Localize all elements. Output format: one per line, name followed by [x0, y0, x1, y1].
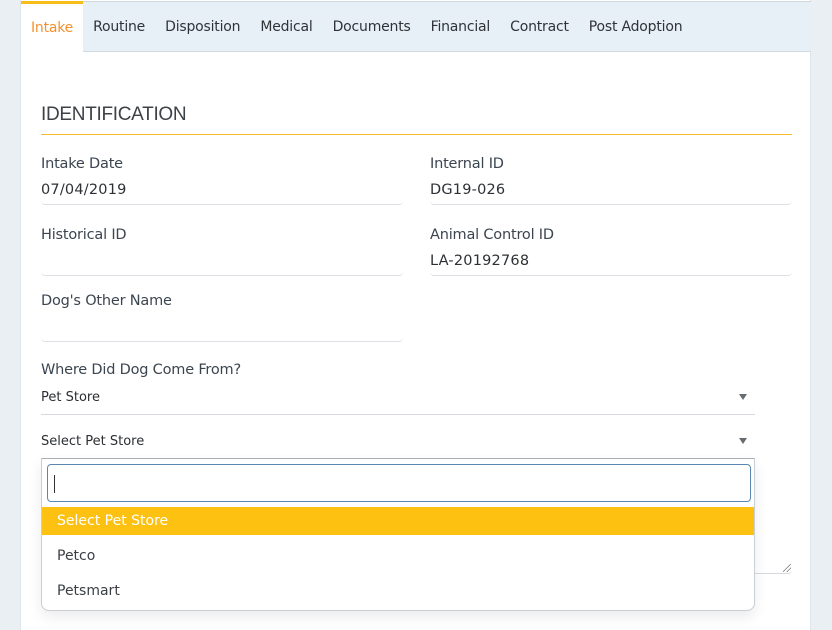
- intake-date-field: Intake Date 07/04/2019: [41, 153, 403, 205]
- pet-store-select[interactable]: Select Pet Store: [41, 431, 755, 459]
- dropdown-arrow-icon: [739, 438, 747, 444]
- other-name-label: Dog's Other Name: [41, 293, 172, 309]
- option-select-pet-store[interactable]: Select Pet Store: [42, 507, 754, 535]
- section-divider: [41, 134, 792, 135]
- tab-disposition[interactable]: Disposition: [155, 2, 250, 51]
- animal-control-id-label: Animal Control ID: [430, 227, 554, 243]
- form-card: Intake Routine Disposition Medical Docum…: [20, 0, 811, 630]
- other-name-field: Dog's Other Name: [41, 290, 403, 342]
- tab-financial[interactable]: Financial: [421, 2, 501, 51]
- option-petco[interactable]: Petco: [42, 542, 754, 570]
- tab-routine[interactable]: Routine: [83, 2, 155, 51]
- tab-medical[interactable]: Medical: [250, 2, 322, 51]
- pet-store-search-input[interactable]: [47, 464, 751, 502]
- section-title: IDENTIFICATION: [41, 104, 187, 125]
- tab-post-adoption[interactable]: Post Adoption: [579, 2, 693, 51]
- historical-id-field: Historical ID: [41, 224, 403, 276]
- animal-control-id-input[interactable]: LA-20192768: [430, 250, 792, 276]
- historical-id-input[interactable]: [41, 250, 403, 276]
- internal-id-label: Internal ID: [430, 156, 504, 172]
- resize-handle-icon[interactable]: [783, 564, 791, 572]
- origin-select[interactable]: Pet Store: [41, 387, 755, 415]
- internal-id-field: Internal ID DG19-026: [430, 153, 792, 205]
- tab-contract[interactable]: Contract: [500, 2, 579, 51]
- historical-id-label: Historical ID: [41, 227, 127, 243]
- tab-bar: Intake Routine Disposition Medical Docum…: [21, 1, 811, 53]
- origin-label: Where Did Dog Come From?: [41, 362, 241, 378]
- tab-documents[interactable]: Documents: [323, 2, 421, 51]
- option-petsmart[interactable]: Petsmart: [42, 577, 754, 605]
- pet-store-selected-value: Select Pet Store: [41, 434, 145, 449]
- internal-id-input[interactable]: DG19-026: [430, 179, 792, 205]
- origin-selected-value: Pet Store: [41, 390, 100, 405]
- other-name-input[interactable]: [41, 316, 403, 342]
- animal-control-id-field: Animal Control ID LA-20192768: [430, 224, 792, 276]
- intake-date-label: Intake Date: [41, 156, 123, 172]
- pet-store-dropdown: Select Pet Store Petco Petsmart: [41, 458, 755, 611]
- dropdown-arrow-icon: [739, 394, 747, 400]
- pet-store-options: Select Pet Store Petco Petsmart: [42, 507, 754, 612]
- tab-intake[interactable]: Intake: [21, 1, 84, 53]
- intake-date-input[interactable]: 07/04/2019: [41, 179, 403, 205]
- text-cursor: [54, 475, 55, 493]
